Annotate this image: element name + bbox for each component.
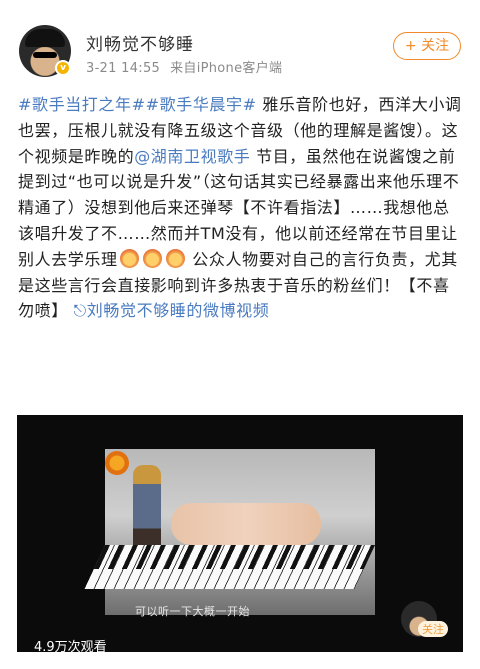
laugh-emoji-icon — [165, 248, 185, 268]
laugh-emoji-icon — [142, 248, 162, 268]
hashtag-link[interactable]: #歌手华晨宇# — [146, 95, 257, 114]
video-follow-button[interactable]: 关注 — [418, 621, 448, 637]
post-source: 来自iPhone客户端 — [170, 61, 283, 76]
post-time: 3-21 14:55 — [86, 61, 161, 76]
video-link-label: 刘畅觉不够睡的微博视频 — [86, 301, 270, 321]
video-player[interactable]: 可以听一下大概一开始 4.9万次观看 关注 — [17, 415, 463, 652]
laugh-emoji-icon — [119, 248, 139, 268]
avatar-glasses — [33, 52, 57, 58]
mention-link[interactable]: @湖南卫视歌手 — [134, 147, 250, 166]
view-count: 4.9万次观看 — [34, 640, 107, 652]
video-frame — [84, 449, 375, 615]
post-body: #歌手当打之年##歌手华晨宇# 雅乐音阶也好，西洋大小调也罢，压根儿就没有降五级… — [18, 92, 464, 324]
mango-tv-logo-icon — [105, 451, 129, 475]
video-link-icon: ⎋ — [73, 301, 87, 321]
avatar-hat — [25, 29, 65, 47]
piano-black-keys — [93, 545, 375, 569]
video-link[interactable]: ⎋刘畅觉不够睡的微博视频 — [74, 301, 270, 320]
hashtag-link[interactable]: #歌手当打之年# — [18, 95, 146, 114]
pianist-hands — [171, 503, 321, 545]
verified-badge-icon: v — [55, 60, 71, 76]
username[interactable]: 刘畅觉不够睡 — [86, 30, 194, 55]
video-subtitle: 可以听一下大概一开始 — [135, 605, 250, 618]
follow-button[interactable]: + 关注 — [393, 32, 461, 60]
post-meta: 3-21 14:55 来自iPhone客户端 — [86, 57, 282, 76]
